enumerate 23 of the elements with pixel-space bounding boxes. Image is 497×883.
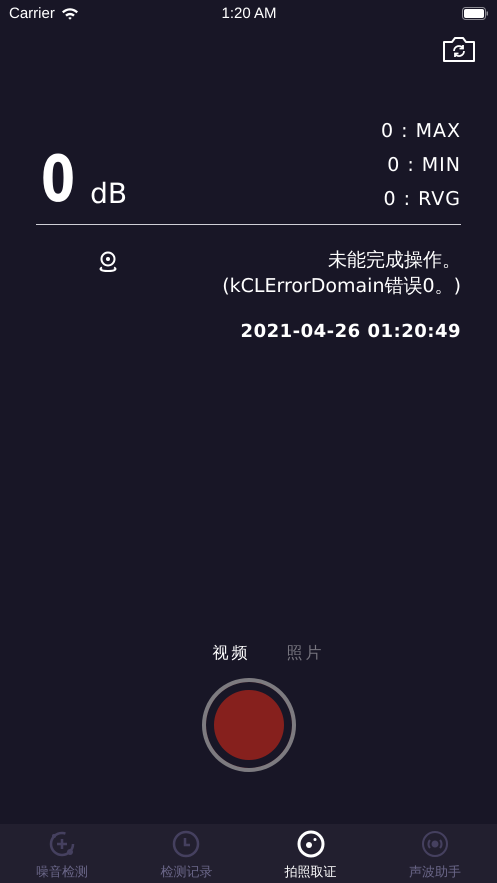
- tab-item[interactable]: 拍照取证: [248, 824, 373, 883]
- carrier-name: Carrier: [9, 4, 55, 22]
- decibel-value: 0: [41, 152, 76, 208]
- lens-icon: [296, 829, 326, 859]
- stat-reading: 0 : RVG: [384, 187, 461, 212]
- camera-switch-icon[interactable]: [443, 36, 475, 62]
- location-icon: [98, 251, 118, 273]
- decibel-unit: dB: [90, 180, 128, 208]
- timestamp: 2021-04-26 01:20:49: [240, 320, 462, 342]
- stat-reading: 0 : MIN: [387, 153, 461, 178]
- tab-item[interactable]: 检测记录: [124, 824, 248, 883]
- location-error-message: (kCLErrorDomain错误0。): [222, 274, 461, 299]
- tab-item[interactable]: 声波助手: [372, 824, 497, 883]
- mode-tab[interactable]: 视频: [212, 643, 250, 664]
- wifi-icon: [60, 6, 79, 20]
- battery-icon: [462, 6, 490, 20]
- clock-icon: [171, 829, 202, 859]
- status-time: 1:20 AM: [221, 4, 277, 22]
- mode-tab[interactable]: 照片: [286, 643, 324, 664]
- stat-reading: 0 : MAX: [381, 119, 461, 144]
- location-error-message: 未能完成操作。: [327, 248, 461, 273]
- sound-wave-icon: [420, 829, 450, 859]
- tab-item[interactable]: 噪音检测: [0, 824, 124, 883]
